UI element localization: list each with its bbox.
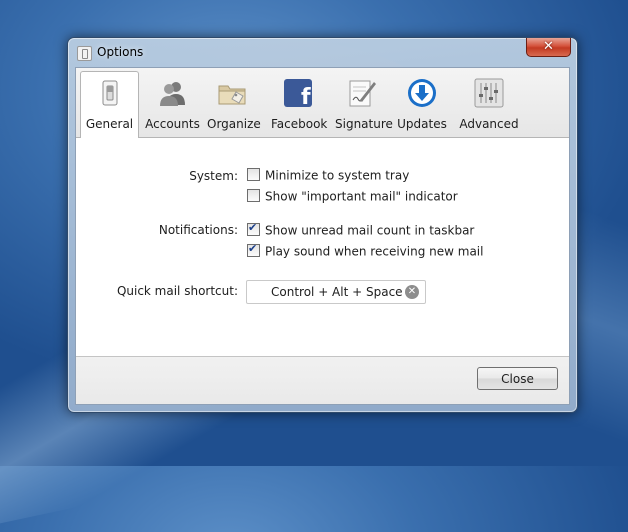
tab-label: Facebook	[271, 117, 328, 131]
minimize-to-tray-checkbox[interactable]	[247, 168, 260, 181]
play-sound-option[interactable]: Play sound when receiving new mail	[247, 242, 484, 260]
client-area: General Accounts Organize f Facebook Sig…	[75, 67, 570, 405]
option-label: Minimize to system tray	[265, 168, 410, 183]
clear-icon[interactable]: ✕	[405, 285, 419, 299]
app-icon	[77, 46, 92, 61]
tab-label: Accounts	[145, 117, 200, 131]
important-mail-indicator-option[interactable]: Show "important mail" indicator	[247, 189, 458, 205]
tab-label: Signature	[335, 117, 393, 131]
minimize-to-tray-option[interactable]: Minimize to system tray	[247, 168, 409, 184]
title-bar[interactable]: Options ✕	[68, 38, 577, 67]
unread-count-taskbar-checkbox[interactable]	[247, 221, 260, 236]
close-button[interactable]: Close	[477, 367, 558, 390]
shortcut-value: Control + Alt + Space	[271, 285, 403, 299]
general-panel: System: Minimize to system tray Show "im…	[76, 138, 569, 355]
folder-icon	[218, 85, 246, 105]
tab-toolbar: General Accounts Organize f Facebook Sig…	[76, 68, 569, 139]
window-close-button[interactable]: ✕	[526, 38, 571, 57]
tab-facebook[interactable]: f Facebook	[271, 72, 328, 136]
tab-updates[interactable]: Updates	[396, 72, 448, 136]
tab-signature[interactable]: Signature	[335, 72, 393, 136]
quick-mail-shortcut-input[interactable]: Control + Alt + Space ✕	[246, 280, 426, 304]
facebook-icon: f	[284, 79, 312, 108]
download-icon	[408, 79, 436, 107]
tab-advanced[interactable]: Advanced	[459, 72, 519, 136]
play-sound-checkbox[interactable]	[247, 242, 260, 257]
option-label: Show unread mail count in taskbar	[265, 223, 475, 238]
system-label: System:	[189, 169, 238, 183]
accounts-icon	[159, 82, 185, 106]
options-window: Options ✕ General Accounts Organize f Fa…	[67, 37, 578, 413]
quick-mail-shortcut-label: Quick mail shortcut:	[116, 284, 238, 298]
important-mail-indicator-checkbox[interactable]	[247, 189, 260, 202]
dialog-footer: Close	[76, 356, 569, 404]
option-label: Play sound when receiving new mail	[265, 244, 484, 259]
tab-label: Updates	[397, 117, 447, 131]
tab-label: Advanced	[459, 117, 519, 131]
tab-accounts[interactable]: Accounts	[145, 72, 200, 136]
option-label: Show "important mail" indicator	[265, 189, 458, 204]
tab-label: General	[85, 117, 134, 131]
switch-icon	[102, 80, 117, 106]
svg-text:f: f	[301, 85, 311, 108]
notifications-label: Notifications:	[158, 223, 238, 237]
unread-count-taskbar-option[interactable]: Show unread mail count in taskbar	[247, 221, 475, 239]
tab-label: Organize	[207, 117, 261, 131]
sliders-icon	[474, 78, 504, 108]
tab-general[interactable]: General	[80, 71, 139, 139]
tab-organize[interactable]: Organize	[207, 72, 261, 136]
signature-icon	[349, 80, 376, 107]
window-title: Options	[97, 45, 144, 59]
